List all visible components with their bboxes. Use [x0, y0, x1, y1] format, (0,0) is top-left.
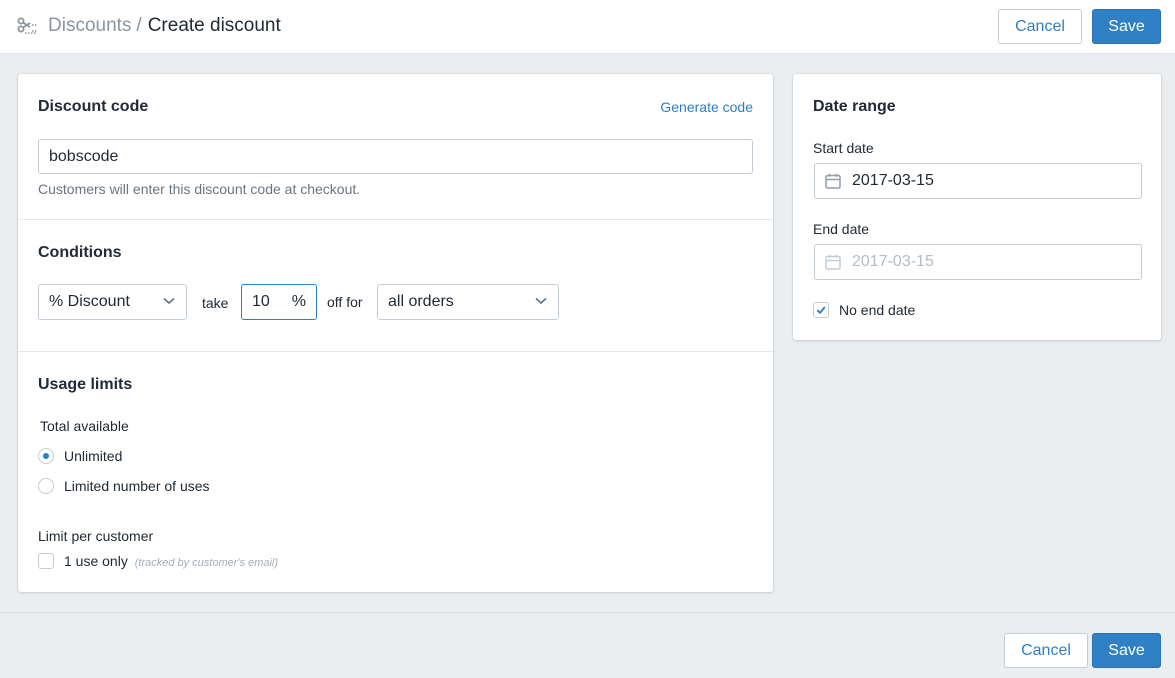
end-date-label: End date: [813, 221, 870, 237]
start-date-input[interactable]: 2017-03-15: [814, 163, 1142, 199]
one-use-only-checkbox[interactable]: [38, 553, 54, 569]
end-date-input[interactable]: 2017-03-15: [814, 244, 1142, 280]
generate-code-link[interactable]: Generate code: [660, 99, 753, 115]
discount-type-select[interactable]: % Discount: [38, 284, 187, 320]
date-range-card: Date range Start date 2017-03-15 End dat…: [793, 74, 1161, 340]
date-range-heading: Date range: [813, 98, 896, 115]
applies-to-value: all orders: [388, 293, 454, 310]
amount-unit: %: [291, 293, 306, 310]
footer-cancel-button[interactable]: Cancel: [1004, 633, 1088, 668]
breadcrumb-separator: /: [136, 15, 142, 36]
off-for-label: off for: [327, 294, 363, 310]
header-cancel-button[interactable]: Cancel: [998, 9, 1082, 44]
total-available-label: Total available: [40, 418, 129, 434]
section-divider: [18, 219, 773, 220]
calendar-icon: [825, 173, 841, 189]
limited-uses-label[interactable]: Limited number of uses: [64, 478, 210, 494]
start-date-value: 2017-03-15: [852, 172, 934, 189]
discount-type-value: % Discount: [49, 293, 130, 310]
applies-to-select[interactable]: all orders: [377, 284, 559, 320]
no-end-date-checkbox[interactable]: [813, 302, 829, 318]
footer-save-button[interactable]: Save: [1092, 633, 1161, 668]
one-use-only-label[interactable]: 1 use only (tracked by customer's email): [64, 553, 278, 569]
chevron-down-icon: [163, 297, 175, 305]
limit-per-customer-label: Limit per customer: [38, 528, 154, 544]
breadcrumb-discounts-link[interactable]: Discounts: [48, 15, 131, 36]
discount-code-help-text: Customers will enter this discount code …: [38, 181, 361, 197]
top-bar: Discounts / Create discount Cancel Save: [0, 0, 1175, 54]
amount-field: %: [241, 284, 317, 320]
footer-divider: [0, 612, 1175, 613]
chevron-down-icon: [535, 297, 547, 305]
breadcrumb: Discounts / Create discount: [48, 15, 281, 37]
one-use-only-text: 1 use only: [64, 553, 128, 569]
section-divider: [18, 351, 773, 352]
limited-uses-radio[interactable]: [38, 478, 54, 494]
scissors-icon: [17, 17, 37, 34]
discount-code-heading: Discount code: [38, 98, 149, 115]
unlimited-radio[interactable]: [38, 448, 54, 464]
header-save-button[interactable]: Save: [1092, 9, 1161, 44]
take-label: take: [202, 295, 229, 311]
unlimited-label[interactable]: Unlimited: [64, 448, 122, 464]
end-date-value: 2017-03-15: [852, 253, 934, 270]
page-title: Create discount: [147, 15, 281, 36]
no-end-date-label[interactable]: No end date: [839, 302, 915, 318]
discount-code-input[interactable]: [38, 139, 753, 174]
conditions-heading: Conditions: [38, 244, 122, 261]
discount-details-card: Discount code Generate code Customers wi…: [18, 74, 773, 592]
calendar-icon: [825, 254, 841, 270]
checkmark-icon: [816, 306, 826, 315]
start-date-label: Start date: [813, 140, 874, 156]
usage-limits-heading: Usage limits: [38, 376, 133, 393]
one-use-only-note: (tracked by customer's email): [134, 557, 279, 569]
